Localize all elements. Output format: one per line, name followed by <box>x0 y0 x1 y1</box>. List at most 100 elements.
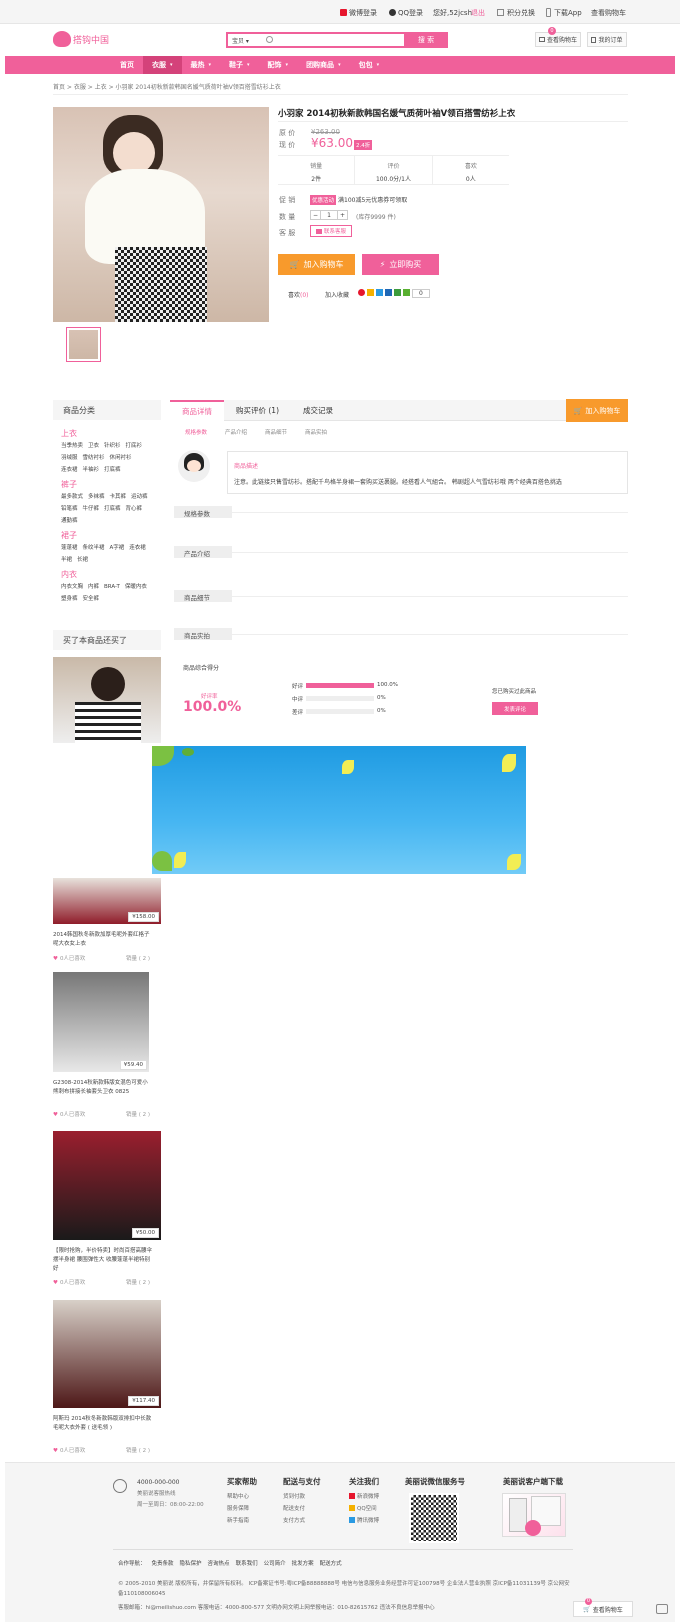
also-bought-title[interactable]: 【限时抢购，半价特卖】时尚百搭高腰伞摆半身裙 腰围弹性大 收腰蓬蓬半裙特别好 <box>53 1247 153 1274</box>
chat-icon[interactable] <box>656 1604 668 1614</box>
write-review-button[interactable]: 发表评论 <box>492 702 538 715</box>
my-orders-button[interactable]: 我的订单 <box>587 32 627 47</box>
category-link[interactable]: 铅笔裤 <box>61 505 78 514</box>
fixed-cart-button[interactable]: 🛒 查看购物车 0 <box>573 1598 633 1617</box>
points-exchange-link[interactable]: 积分兑换 <box>507 8 535 18</box>
footer-link[interactable]: 帮助中心 <box>227 1492 249 1500</box>
qq-login-link[interactable]: QQ登录 <box>398 8 423 18</box>
footer-link[interactable]: 货到付款 <box>283 1492 305 1500</box>
also-bought-likes[interactable]: ♥ 0人已喜欢 <box>53 1110 85 1118</box>
footer-link[interactable]: 腾讯微博 <box>349 1516 379 1524</box>
footer-bottom-link[interactable]: 批发方案 <box>292 1559 314 1567</box>
footer-link[interactable]: QQ空间 <box>349 1504 377 1512</box>
category-link[interactable]: 打底衫 <box>126 442 143 451</box>
category-link[interactable]: 多袜裤 <box>88 493 105 502</box>
footer-link[interactable]: 服务保障 <box>227 1504 249 1512</box>
category-link[interactable]: 条纹半裙 <box>83 544 105 553</box>
nav-item-3[interactable]: 鞋子 ▾ <box>220 56 259 74</box>
footer-link[interactable]: 新浪微博 <box>349 1492 379 1500</box>
category-link[interactable]: 长裙 <box>77 556 88 565</box>
product-thumbnail[interactable] <box>66 327 101 362</box>
category-link[interactable]: 打底裤 <box>104 505 121 514</box>
qty-input[interactable]: 1 <box>321 211 337 219</box>
qty-increase-button[interactable]: + <box>337 211 347 219</box>
qty-decrease-button[interactable]: − <box>311 211 321 219</box>
subtab-0[interactable]: 规格参数 <box>185 428 207 436</box>
category-group-title[interactable]: 上衣 <box>61 428 153 439</box>
category-link[interactable]: 背心裤 <box>126 505 143 514</box>
search-input[interactable] <box>278 34 398 46</box>
logout-link[interactable]: 退出 <box>471 8 485 18</box>
category-link[interactable]: 最多款式 <box>61 493 83 502</box>
nav-item-4[interactable]: 配饰 ▾ <box>259 56 298 74</box>
also-bought-image-1[interactable] <box>53 657 161 743</box>
category-link[interactable]: 塑身裤 <box>61 595 78 604</box>
category-link[interactable]: 羽绒服 <box>61 454 78 463</box>
share-weibo-icon[interactable] <box>358 289 365 296</box>
search-button[interactable]: 搜 索 <box>404 32 448 48</box>
tab-add-cart-button[interactable]: 🛒 加入购物车 <box>566 399 628 422</box>
category-link[interactable]: 安全裤 <box>83 595 100 604</box>
subtab-3[interactable]: 商品实拍 <box>305 428 327 436</box>
share-qzone-icon[interactable] <box>367 289 374 296</box>
category-link[interactable]: 雪纺衬衫 <box>83 454 105 463</box>
category-link[interactable]: A字裙 <box>110 544 125 553</box>
category-link[interactable]: 半裙 <box>61 556 72 565</box>
tab-0[interactable]: 商品详情 <box>170 400 224 421</box>
category-link[interactable]: 半袖衫 <box>83 466 100 475</box>
share-renren-icon[interactable] <box>385 289 392 296</box>
header-cart-button[interactable]: 查看购物车 0 <box>535 27 581 47</box>
category-link[interactable]: 当季热卖 <box>61 442 83 451</box>
footer-bottom-link[interactable]: 隐私保护 <box>180 1559 202 1567</box>
category-link[interactable]: 打底裤 <box>104 466 121 475</box>
app-download-image[interactable] <box>502 1493 566 1537</box>
category-group-title[interactable]: 裤子 <box>61 479 153 490</box>
also-bought-likes[interactable]: ♥ 0人已喜欢 <box>53 1446 85 1454</box>
favorite-link[interactable]: 加入收藏 <box>325 290 349 299</box>
footer-bottom-link[interactable]: 公司简介 <box>264 1559 286 1567</box>
category-link[interactable]: 通勤裤 <box>61 517 78 526</box>
category-link[interactable]: 针织衫 <box>104 442 121 451</box>
buy-now-button[interactable]: ⚡ 立即购买 <box>362 254 439 275</box>
like-link[interactable]: 喜欢(0) <box>288 290 309 299</box>
category-link[interactable]: 蓬蓬裙 <box>61 544 78 553</box>
footer-bottom-link[interactable]: 免责条款 <box>152 1559 174 1567</box>
category-group-title[interactable]: 裙子 <box>61 530 153 541</box>
footer-bottom-link[interactable]: 咨询热点 <box>208 1559 230 1567</box>
footer-link[interactable]: 配送支付 <box>283 1504 305 1512</box>
tab-2[interactable]: 成交记录 <box>291 400 345 421</box>
share-tencent-icon[interactable] <box>376 289 383 296</box>
nav-item-6[interactable]: 包包 ▾ <box>350 56 389 74</box>
category-link[interactable]: 保暖内衣 <box>125 583 147 592</box>
share-more-icon[interactable] <box>403 289 410 296</box>
category-link[interactable]: 牛仔裤 <box>83 505 100 514</box>
nav-item-0[interactable]: 首页 <box>111 56 143 74</box>
footer-bottom-link[interactable]: 联系我们 <box>236 1559 258 1567</box>
also-bought-title[interactable]: 阿斯玛 2014秋冬新款韩版双排扣中长款毛呢大衣外套 ( 送毛领 ) <box>53 1415 153 1433</box>
search-category-select[interactable]: 宝贝 ▾ <box>232 36 249 45</box>
subtab-1[interactable]: 产品介绍 <box>225 428 247 436</box>
download-app-link[interactable]: 下载App <box>554 8 582 18</box>
also-bought-product-image[interactable]: ¥50.00 <box>53 1131 161 1240</box>
product-main-image[interactable] <box>53 107 269 322</box>
share-douban-icon[interactable] <box>394 289 401 296</box>
also-bought-title[interactable]: G2308-2014秋新款韩版女混色可爱小熊刺布拼接长袖套头卫衣 0825 <box>53 1079 153 1097</box>
category-link[interactable]: 连衣裙 <box>61 466 78 475</box>
category-link[interactable]: 休闲衬衫 <box>110 454 132 463</box>
add-to-cart-button[interactable]: 🛒 加入购物车 <box>278 254 355 275</box>
top-cart-link[interactable]: 查看购物车 <box>591 8 626 18</box>
category-link[interactable]: 连衣裙 <box>129 544 146 553</box>
category-link[interactable]: 内裤 <box>88 583 99 592</box>
logo[interactable]: 搭钩中国 <box>53 31 109 47</box>
weibo-login-link[interactable]: 微博登录 <box>349 8 377 18</box>
nav-item-5[interactable]: 团购商品 ▾ <box>297 56 350 74</box>
also-bought-likes[interactable]: ♥ 0人已喜欢 <box>53 954 85 962</box>
category-link[interactable]: 卫衣 <box>88 442 99 451</box>
tab-1[interactable]: 购买评价 (1) <box>224 400 291 421</box>
nav-item-1[interactable]: 衣服 ▾ <box>143 56 182 74</box>
also-bought-likes[interactable]: ♥ 0人已喜欢 <box>53 1278 85 1286</box>
category-link[interactable]: 内衣文胸 <box>61 583 83 592</box>
footer-link[interactable]: 新手指南 <box>227 1516 249 1524</box>
also-bought-product-image[interactable]: ¥117.40 <box>53 1300 161 1408</box>
also-bought-title[interactable]: 2014韩国秋冬新款加厚毛呢外套红格子呢大衣女上衣 <box>53 931 153 949</box>
